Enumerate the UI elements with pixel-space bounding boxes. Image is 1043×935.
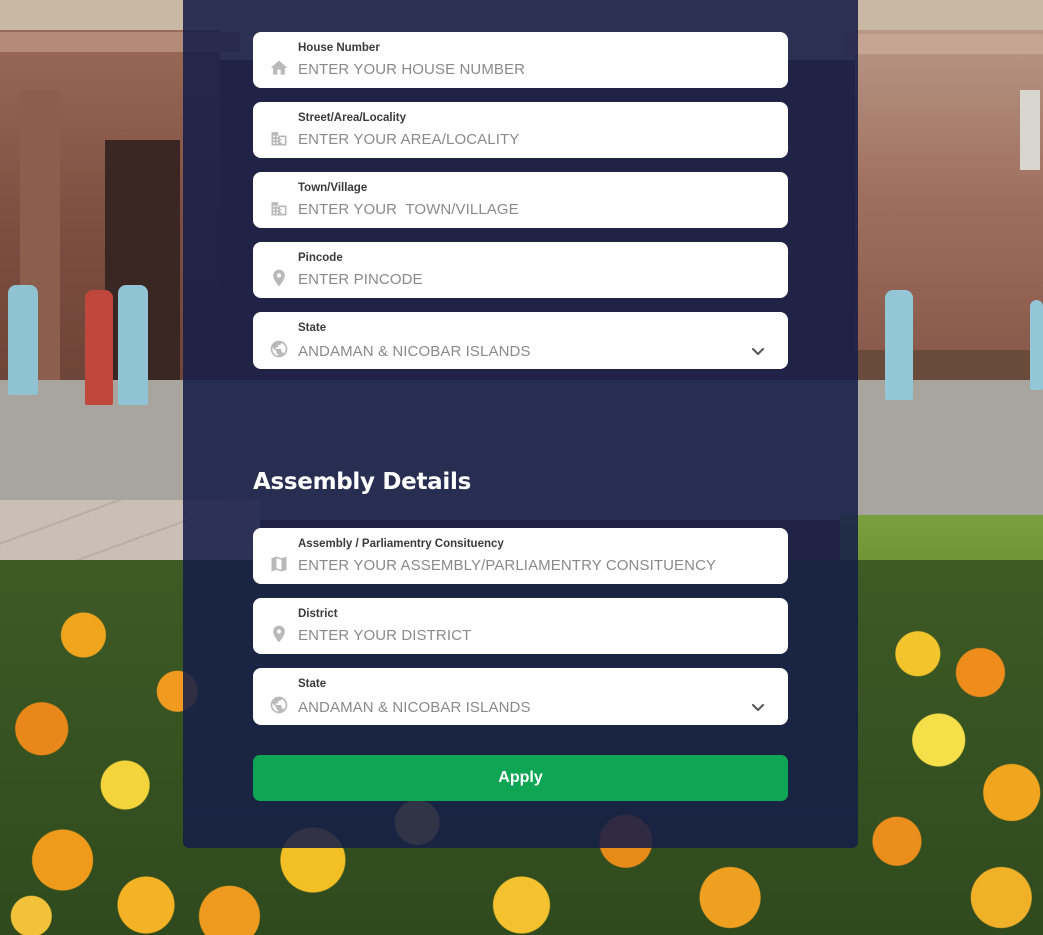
district-placeholder[interactable]: ENTER YOUR DISTRICT [298, 627, 471, 644]
town-village-field[interactable]: Town/Village ENTER YOUR TOWN/VILLAGE [253, 172, 788, 228]
building-icon [269, 198, 289, 218]
building-icon [269, 128, 289, 148]
pincode-label: Pincode [298, 252, 343, 264]
map-icon [269, 554, 289, 574]
street-label: Street/Area/Locality [298, 112, 407, 124]
house-number-placeholder[interactable]: ENTER YOUR HOUSE NUMBER [298, 61, 525, 78]
assembly-state-label: State [298, 678, 327, 690]
house-number-field[interactable]: House Number ENTER YOUR HOUSE NUMBER [253, 32, 788, 88]
pincode-field[interactable]: Pincode ENTER PINCODE [253, 242, 788, 298]
district-label: District [298, 608, 338, 620]
location-pin-icon [269, 624, 289, 644]
assembly-constituency-field[interactable]: Assembly / Parliamentry Consituency ENTE… [253, 528, 788, 584]
street-placeholder[interactable]: ENTER YOUR AREA/LOCALITY [298, 131, 519, 148]
assembly-state-selected-value: ANDAMAN & NICOBAR ISLANDS [298, 699, 531, 716]
state-label: State [298, 322, 327, 334]
globe-icon [269, 339, 289, 359]
home-icon [269, 58, 289, 78]
assembly-state-select[interactable]: State ANDAMAN & NICOBAR ISLANDS [253, 668, 788, 725]
town-label: Town/Village [298, 182, 368, 194]
district-field[interactable]: District ENTER YOUR DISTRICT [253, 598, 788, 654]
state-selected-value: ANDAMAN & NICOBAR ISLANDS [298, 343, 531, 360]
street-area-locality-field[interactable]: Street/Area/Locality ENTER YOUR AREA/LOC… [253, 102, 788, 158]
location-pin-icon [269, 268, 289, 288]
constituency-label: Assembly / Parliamentry Consituency [298, 538, 504, 550]
chevron-down-icon[interactable] [750, 699, 766, 715]
address-form-panel: House Number ENTER YOUR HOUSE NUMBER Str… [183, 0, 858, 848]
globe-icon [269, 695, 289, 715]
town-placeholder[interactable]: ENTER YOUR TOWN/VILLAGE [298, 201, 519, 218]
house-number-label: House Number [298, 42, 380, 54]
apply-button[interactable]: Apply [253, 755, 788, 801]
pincode-placeholder[interactable]: ENTER PINCODE [298, 271, 423, 288]
state-select[interactable]: State ANDAMAN & NICOBAR ISLANDS [253, 312, 788, 369]
assembly-details-heading: Assembly Details [253, 469, 471, 495]
chevron-down-icon[interactable] [750, 343, 766, 359]
constituency-placeholder[interactable]: ENTER YOUR ASSEMBLY/PARLIAMENTRY CONSITU… [298, 557, 716, 574]
